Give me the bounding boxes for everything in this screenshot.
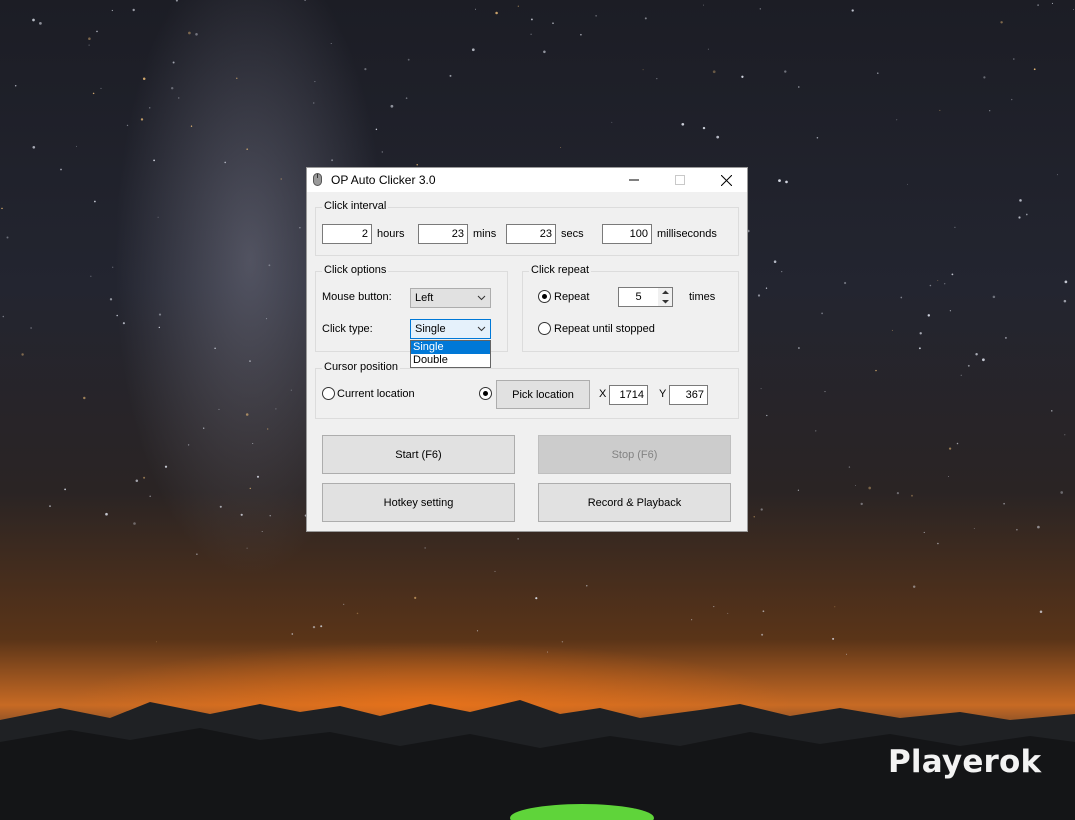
stop-button[interactable]: Stop (F6) <box>538 435 731 474</box>
repeat-until-stopped-label: Repeat until stopped <box>554 323 655 335</box>
secs-label: secs <box>561 228 584 240</box>
mins-label: mins <box>473 228 497 240</box>
click-type-dropdown: Single Double <box>410 340 491 368</box>
repeat-until-stopped-radio[interactable] <box>538 322 551 335</box>
repeat-radio[interactable] <box>538 290 551 303</box>
click-repeat-label: Click repeat <box>529 264 592 276</box>
milliseconds-input[interactable] <box>602 224 652 244</box>
mouse-button-select[interactable]: Left <box>410 288 491 308</box>
milliseconds-label: milliseconds <box>657 228 717 240</box>
hours-input[interactable] <box>322 224 372 244</box>
minimize-icon <box>629 179 639 181</box>
pick-location-radio[interactable] <box>479 387 492 400</box>
click-type-value: Single <box>415 323 446 335</box>
mouse-button-label: Mouse button: <box>322 291 392 303</box>
click-type-option-double[interactable]: Double <box>411 354 490 367</box>
maximize-icon <box>675 175 685 185</box>
watermark-logo: Playerok <box>888 744 1042 780</box>
minimize-button[interactable] <box>611 168 657 192</box>
repeat-count-input[interactable] <box>618 287 659 307</box>
click-type-label: Click type: <box>322 323 373 335</box>
close-icon <box>720 174 732 186</box>
maximize-button[interactable] <box>657 168 703 192</box>
start-button[interactable]: Start (F6) <box>322 435 515 474</box>
secs-input[interactable] <box>506 224 556 244</box>
x-coordinate-input[interactable] <box>609 385 648 405</box>
current-location-radio[interactable] <box>322 387 335 400</box>
mouse-icon <box>313 173 322 186</box>
chevron-down-icon <box>477 326 486 332</box>
arrow-down-icon <box>661 300 669 304</box>
stepper-up-button[interactable] <box>658 288 672 297</box>
arrow-up-icon <box>661 290 669 294</box>
pick-location-button[interactable]: Pick location <box>496 380 590 409</box>
hours-label: hours <box>377 228 405 240</box>
click-interval-label: Click interval <box>322 200 389 212</box>
y-label: Y <box>659 388 667 400</box>
repeat-count-stepper[interactable] <box>658 287 673 307</box>
title-bar[interactable]: OP Auto Clicker 3.0 <box>307 168 747 192</box>
mouse-button-value: Left <box>415 292 434 304</box>
window-title: OP Auto Clicker 3.0 <box>331 173 436 187</box>
click-type-select[interactable]: Single <box>410 319 491 339</box>
click-type-option-single[interactable]: Single <box>411 341 490 354</box>
repeat-label: Repeat <box>554 291 590 303</box>
click-options-label: Click options <box>322 264 389 276</box>
chevron-down-icon <box>477 295 486 301</box>
y-coordinate-input[interactable] <box>669 385 708 405</box>
mins-input[interactable] <box>418 224 468 244</box>
x-label: X <box>599 388 607 400</box>
times-label: times <box>689 291 716 303</box>
cursor-position-label: Cursor position <box>322 361 400 373</box>
current-location-label: Current location <box>337 388 415 400</box>
hotkey-setting-button[interactable]: Hotkey setting <box>322 483 515 522</box>
record-playback-button[interactable]: Record & Playback <box>538 483 731 522</box>
click-repeat-group: Click repeat <box>522 264 739 352</box>
close-button[interactable] <box>703 168 749 192</box>
stepper-down-button[interactable] <box>658 297 672 306</box>
